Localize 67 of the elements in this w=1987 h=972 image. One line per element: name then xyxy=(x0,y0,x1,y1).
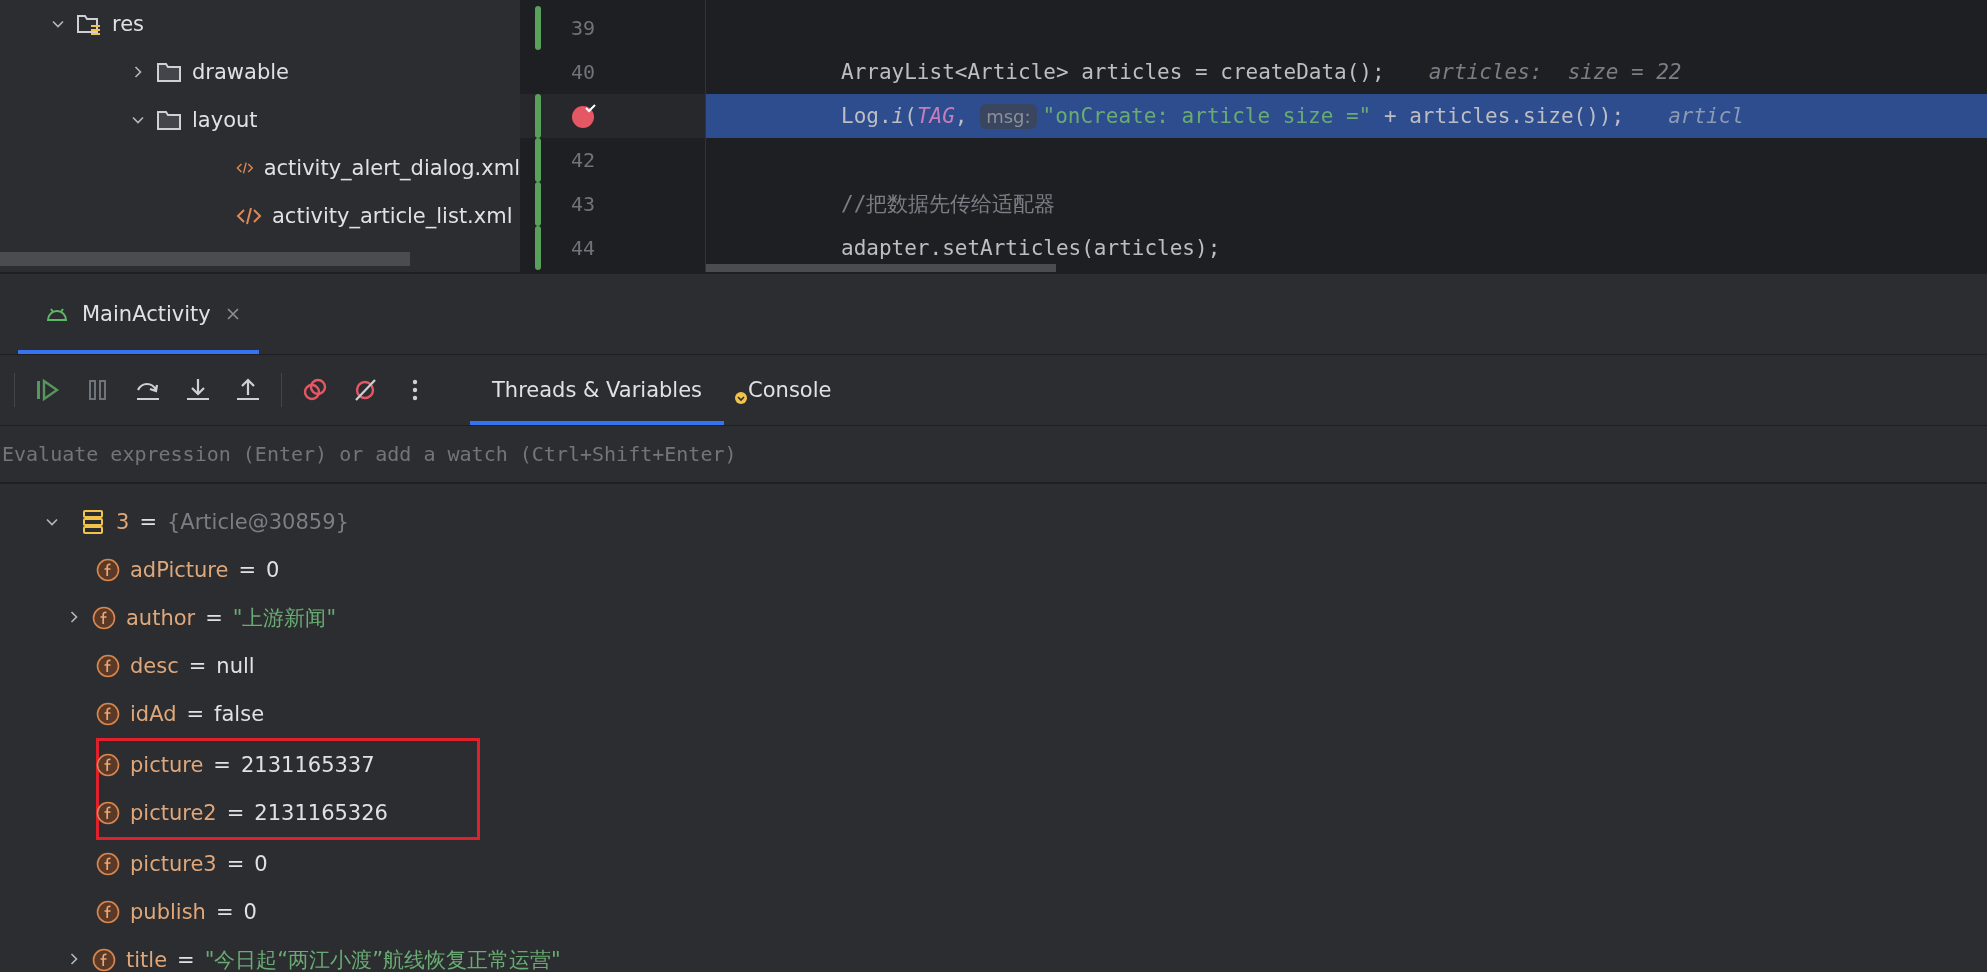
field-icon xyxy=(96,852,120,876)
variable-name: title xyxy=(126,948,168,972)
field-icon xyxy=(96,654,120,678)
equals-sign: = xyxy=(186,702,205,726)
variable-name: picture3 xyxy=(130,852,217,876)
xml-file-icon xyxy=(236,205,262,227)
variable-name: 3 xyxy=(116,510,130,534)
equals-sign: = xyxy=(238,558,257,582)
line-number: 42 xyxy=(571,148,596,172)
inline-value-hint: articl xyxy=(1668,104,1744,128)
variable-value: null xyxy=(216,654,255,678)
code-line: //把数据先传给适配器 xyxy=(841,191,1056,218)
field-icon xyxy=(96,753,120,777)
equals-sign: = xyxy=(226,801,245,825)
variable-value: 0 xyxy=(266,558,280,582)
equals-sign: = xyxy=(139,510,157,534)
panel-tab[interactable]: Console xyxy=(724,355,854,425)
equals-sign: = xyxy=(226,852,245,876)
equals-sign: = xyxy=(213,753,231,777)
variable-value: 0 xyxy=(243,900,257,924)
variable-value: "今日起“两江小渡”航线恢复正常运营" xyxy=(204,947,561,972)
field-icon xyxy=(96,801,120,825)
field-icon xyxy=(96,558,120,582)
resource-folder-icon xyxy=(76,12,102,36)
variable-name: picture xyxy=(130,753,204,777)
breakpoint-icon[interactable] xyxy=(569,101,599,131)
variable-value: "上游新闻" xyxy=(232,605,337,632)
equals-sign: = xyxy=(205,606,223,630)
folder-icon xyxy=(156,61,182,83)
line-number: 39 xyxy=(571,16,596,40)
variable-name: publish xyxy=(130,900,206,924)
close-icon[interactable] xyxy=(224,306,241,322)
object-icon xyxy=(80,508,106,536)
line-number: 40 xyxy=(571,60,596,84)
folder-icon xyxy=(156,109,182,131)
variable-name: author xyxy=(126,606,196,630)
android-icon xyxy=(46,306,68,322)
tree-item[interactable]: res xyxy=(112,12,145,36)
variable-value: 2131165337 xyxy=(240,753,375,777)
field-icon xyxy=(96,702,120,726)
variable-value: false xyxy=(214,702,265,726)
variable-value: {Article@30859} xyxy=(167,510,349,534)
field-icon xyxy=(92,606,116,630)
field-icon xyxy=(96,900,120,924)
equals-sign: = xyxy=(188,654,207,678)
line-number: 44 xyxy=(571,236,596,260)
field-icon xyxy=(92,948,116,972)
tree-item[interactable]: activity_article_list.xml xyxy=(272,204,513,228)
equals-sign: = xyxy=(215,900,234,924)
code-line: ArrayList<Article> articles = createData(); xyxy=(841,60,1385,84)
session-tab[interactable]: MainActivity xyxy=(18,278,259,354)
inline-value-hint: articles: size = 22 xyxy=(1428,60,1682,84)
code-line: Log.i(TAG, msg: "onCreate: article size =" + articles.size()); xyxy=(841,104,1625,128)
scrollbar[interactable] xyxy=(706,264,1056,272)
scrollbar[interactable] xyxy=(0,252,410,266)
line-number: 43 xyxy=(571,192,596,216)
variable-value: 0 xyxy=(254,852,268,876)
variable-name: desc xyxy=(130,654,179,678)
tree-item[interactable]: activity_alert_dialog.xml xyxy=(263,156,520,180)
code-line: adapter.setArticles(articles); xyxy=(841,236,1221,260)
variable-value: 2131165326 xyxy=(254,801,388,825)
variable-name: picture2 xyxy=(130,801,217,825)
tree-item[interactable]: drawable xyxy=(192,60,289,84)
tree-item[interactable]: layout xyxy=(192,108,258,132)
variable-name: adPicture xyxy=(130,558,229,582)
equals-sign: = xyxy=(177,948,195,972)
variable-name: idAd xyxy=(130,702,177,726)
